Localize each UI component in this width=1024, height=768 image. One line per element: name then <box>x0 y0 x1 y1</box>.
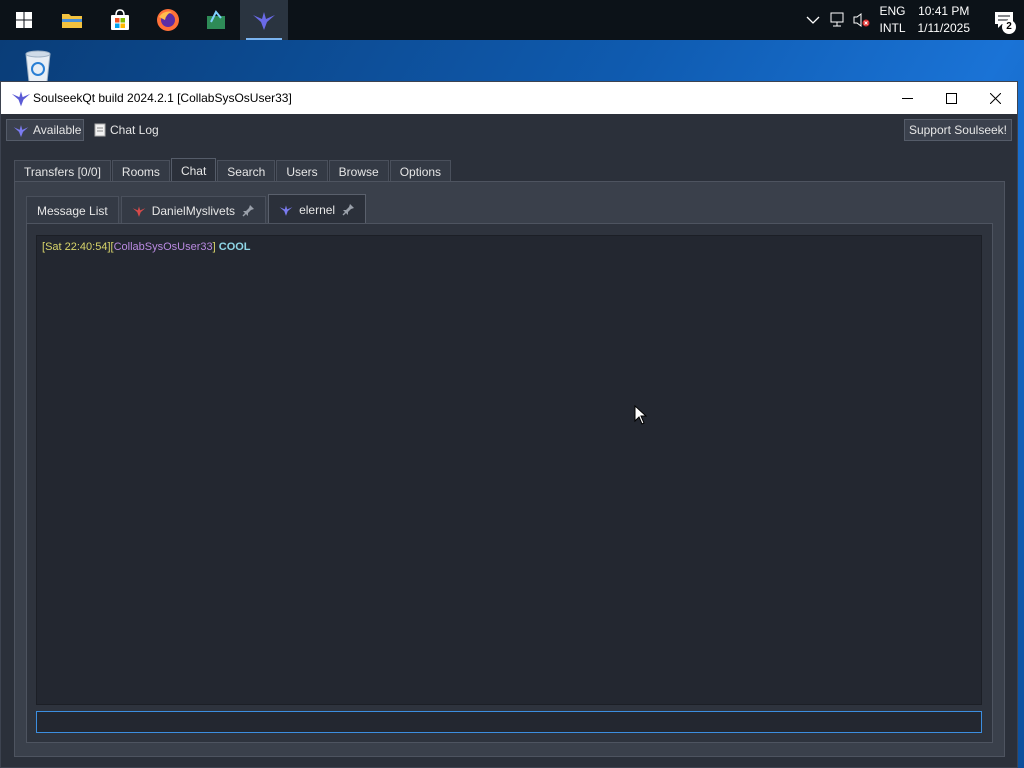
chat-message-input[interactable] <box>36 711 982 733</box>
taskbar: ENG INTL 10:41 PM 1/11/2025 2 <box>0 0 1024 40</box>
tab-chat-elernel-label: elernel <box>299 202 336 217</box>
tab-browse[interactable]: Browse <box>328 160 389 182</box>
tab-chat-danielmyslivets-label: DanielMyslivets <box>151 203 236 218</box>
system-tray: ENG INTL 10:41 PM 1/11/2025 2 <box>801 0 1024 40</box>
network-icon[interactable] <box>825 0 849 40</box>
soulseekqt-taskbar-button[interactable] <box>240 0 288 40</box>
status-label: Available <box>33 123 82 137</box>
tab-message-list[interactable]: Message List <box>26 196 119 224</box>
soulseek-bird-icon <box>253 12 275 30</box>
store-icon <box>111 9 129 30</box>
private-chat-panel: [Sat 22:40:54][CollabSysOsUser33] COOL <box>26 223 993 743</box>
user-status-bird-icon <box>279 204 293 216</box>
tab-search[interactable]: Search <box>217 160 276 182</box>
tab-chat-elernel[interactable]: elernel <box>268 194 367 224</box>
message-timestamp: Sat 22:40:54 <box>45 241 108 253</box>
close-icon <box>989 92 1001 104</box>
notepad-icon <box>94 123 106 137</box>
folder-icon <box>62 14 82 28</box>
tab-chat-danielmyslivets[interactable]: DanielMyslivets <box>120 196 267 224</box>
green-app-button[interactable] <box>192 0 240 40</box>
main-tab-bar: Transfers [0/0] Rooms Chat Search Users … <box>14 158 452 182</box>
support-soulseek-button[interactable]: Support Soulseek! <box>903 119 1012 141</box>
green-app-icon <box>207 10 225 29</box>
firefox-button[interactable] <box>144 0 192 40</box>
tab-rooms[interactable]: Rooms <box>111 160 170 182</box>
start-button[interactable] <box>0 0 48 40</box>
message-text: COOL <box>218 241 251 253</box>
recycle-bin-icon[interactable] <box>18 48 58 84</box>
language-indicator[interactable]: ENG INTL <box>879 3 905 37</box>
language-line1: ENG <box>879 4 906 18</box>
soulseek-window: SoulseekQt build 2024.2.1 [CollabSysOsUs… <box>0 81 1018 768</box>
chat-panel: Message List DanielMyslivets elernel [Sa… <box>14 181 1005 757</box>
soulseek-bird-icon <box>13 124 29 137</box>
chat-log-button[interactable]: Chat Log <box>94 119 159 141</box>
close-button[interactable] <box>973 82 1017 114</box>
tab-message-list-label: Message List <box>37 203 108 218</box>
tab-transfers[interactable]: Transfers [0/0] <box>14 160 111 182</box>
volume-muted-icon[interactable] <box>849 0 873 40</box>
chat-log-label: Chat Log <box>110 123 159 137</box>
maximize-icon <box>945 92 957 104</box>
tab-options[interactable]: Options <box>389 160 452 182</box>
file-explorer-button[interactable] <box>48 0 96 40</box>
clock-date: 1/11/2025 <box>917 21 971 35</box>
store-button[interactable] <box>96 0 144 40</box>
firefox-icon <box>157 9 179 31</box>
maximize-button[interactable] <box>929 82 973 114</box>
tab-chat[interactable]: Chat <box>170 158 217 182</box>
chat-message-area[interactable]: [Sat 22:40:54][CollabSysOsUser33] COOL <box>36 235 982 705</box>
pin-icon[interactable] <box>241 204 255 218</box>
soulseek-bird-icon <box>11 91 31 107</box>
pin-icon[interactable] <box>341 203 355 217</box>
notification-center-button[interactable]: 2 <box>984 0 1024 40</box>
notification-count-badge: 2 <box>1002 20 1016 34</box>
chat-message: [Sat 22:40:54][CollabSysOsUser33] COOL <box>42 241 976 253</box>
toolbar: Available Chat Log Support Soulseek! <box>1 114 1017 148</box>
chevron-up-icon[interactable] <box>801 0 825 40</box>
user-status-bird-icon <box>132 205 146 217</box>
clock-time: 10:41 PM <box>918 4 970 18</box>
chat-tab-bar: Message List DanielMyslivets elernel <box>26 194 368 224</box>
bracket: ] <box>212 241 216 253</box>
minimize-icon <box>901 97 913 99</box>
windows-logo-icon <box>16 12 32 28</box>
window-controls <box>885 82 1017 114</box>
clock[interactable]: 10:41 PM 1/11/2025 <box>918 3 971 37</box>
status-button[interactable]: Available <box>6 119 84 141</box>
tab-users[interactable]: Users <box>276 160 328 182</box>
title-bar[interactable]: SoulseekQt build 2024.2.1 [CollabSysOsUs… <box>1 82 1017 114</box>
minimize-button[interactable] <box>885 82 929 114</box>
active-indicator <box>246 38 282 40</box>
message-username[interactable]: CollabSysOsUser33 <box>114 241 213 253</box>
mouse-cursor-icon <box>634 405 647 425</box>
window-title: SoulseekQt build 2024.2.1 [CollabSysOsUs… <box>33 91 292 105</box>
language-line2: INTL <box>879 21 906 35</box>
